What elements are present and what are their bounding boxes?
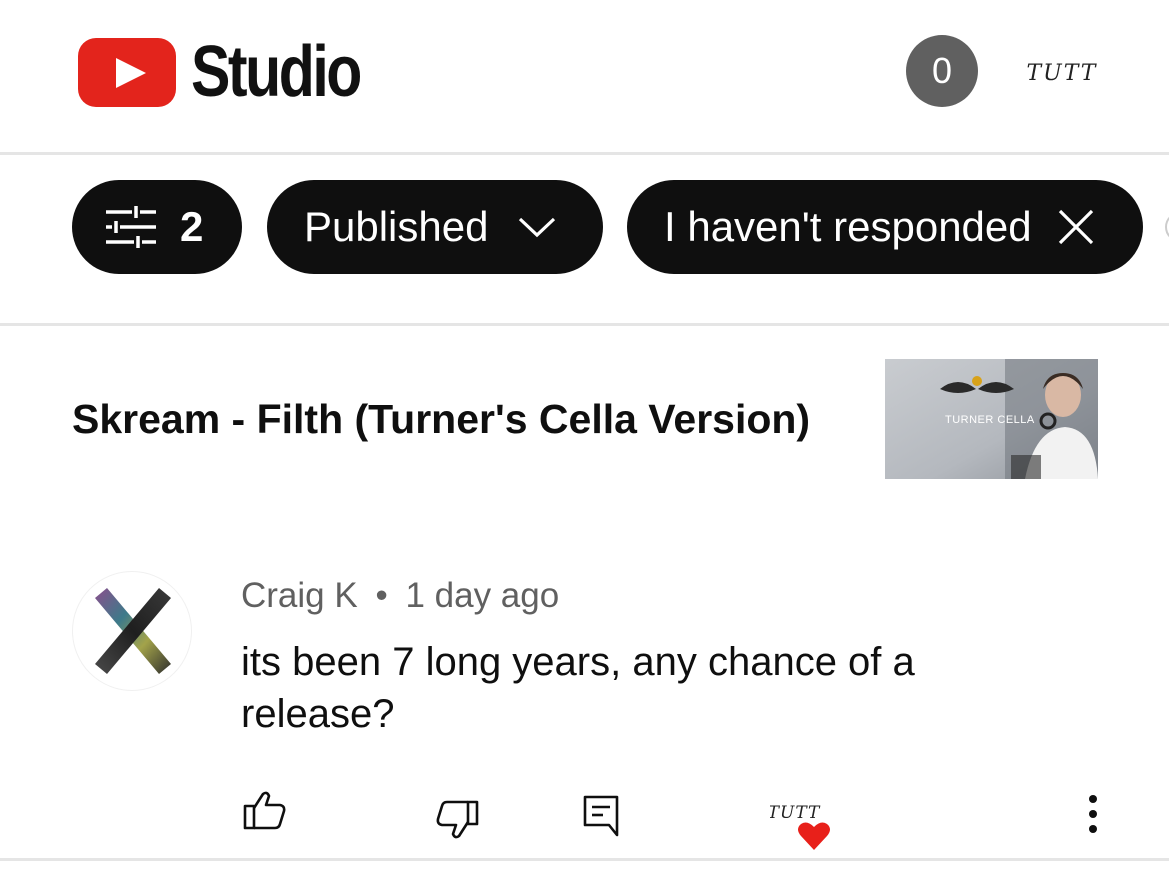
close-icon[interactable] [1058, 209, 1094, 245]
video-title[interactable]: Skream - Filth (Turner's Cella Version) [72, 396, 810, 443]
creator-heart-icon: TUTT [770, 803, 830, 850]
comment-author[interactable]: Craig K [241, 576, 358, 615]
meta-separator: • [375, 576, 388, 615]
video-thumbnail[interactable]: TURNER CELLA [885, 359, 1098, 479]
app-name: Studio [191, 32, 362, 112]
dislike-button[interactable] [432, 795, 482, 845]
more-vert-icon [1089, 795, 1097, 833]
chevron-down-icon [519, 217, 556, 238]
heart-creator-text: TUTT [770, 803, 821, 823]
thumbnail-text: TURNER CELLA [945, 414, 1035, 426]
filter-button[interactable]: 2 [72, 180, 242, 274]
commenter-avatar[interactable] [72, 571, 192, 691]
published-label: Published [304, 203, 489, 250]
not-responded-filter-chip[interactable]: I haven't responded [627, 180, 1143, 274]
not-responded-label: I haven't responded [664, 203, 1032, 250]
creator-heart-button[interactable]: TUTT [770, 796, 834, 852]
thumb-up-icon [243, 791, 286, 830]
thumb-down-icon [436, 800, 479, 839]
comment-time: 1 day ago [405, 576, 560, 615]
app-header: Studio 0 TUTT [0, 0, 1169, 152]
notification-count: 0 [931, 50, 953, 91]
comment-meta: Craig K • 1 day ago [241, 576, 559, 616]
studio-logo[interactable]: Studio [78, 36, 397, 108]
filter-count: 2 [180, 203, 204, 250]
filter-sliders-icon [106, 206, 156, 248]
youtube-play-icon [78, 37, 176, 107]
header-divider [0, 152, 1169, 155]
account-logo-text: TUTT [1027, 61, 1098, 86]
comment-divider [0, 858, 1169, 861]
more-options-button[interactable] [1068, 789, 1118, 839]
notification-badge[interactable]: 0 [906, 35, 978, 107]
filter-divider [0, 323, 1169, 326]
comment-text: its been 7 long years, any chance of a r… [241, 640, 915, 736]
reply-button[interactable] [576, 790, 626, 840]
published-filter-chip[interactable]: Published [267, 180, 603, 274]
reply-icon [583, 795, 619, 837]
like-button[interactable] [240, 785, 290, 835]
next-chip-edge[interactable] [1165, 212, 1169, 242]
account-avatar[interactable]: TUTT [1022, 52, 1102, 92]
